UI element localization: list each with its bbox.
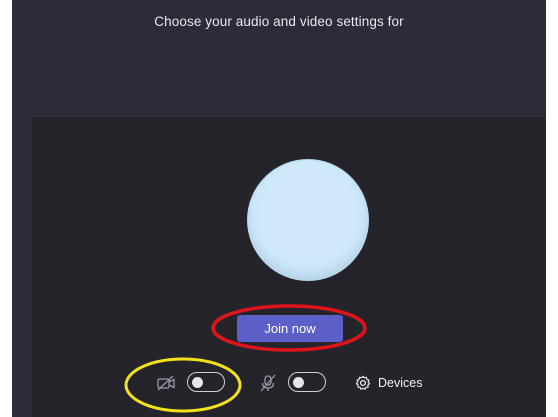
mic-off-icon [258, 374, 278, 392]
mic-toggle-knob [293, 376, 304, 388]
video-preview: Join now Devices [32, 117, 546, 417]
gear-icon [355, 375, 371, 391]
devices-button[interactable]: Devices [355, 372, 422, 394]
devices-label: Devices [378, 376, 423, 390]
camera-toggle-knob [192, 376, 203, 388]
meeting-setup-window: Choose your audio and video settings for… [12, 0, 546, 417]
setup-title: Choose your audio and video settings for [154, 14, 404, 29]
join-now-button[interactable]: Join now [237, 315, 343, 342]
camera-toggle[interactable] [187, 372, 225, 392]
camera-off-icon [156, 374, 176, 392]
av-controls: Devices [32, 365, 546, 401]
mic-toggle[interactable] [288, 372, 326, 392]
avatar [248, 160, 368, 280]
